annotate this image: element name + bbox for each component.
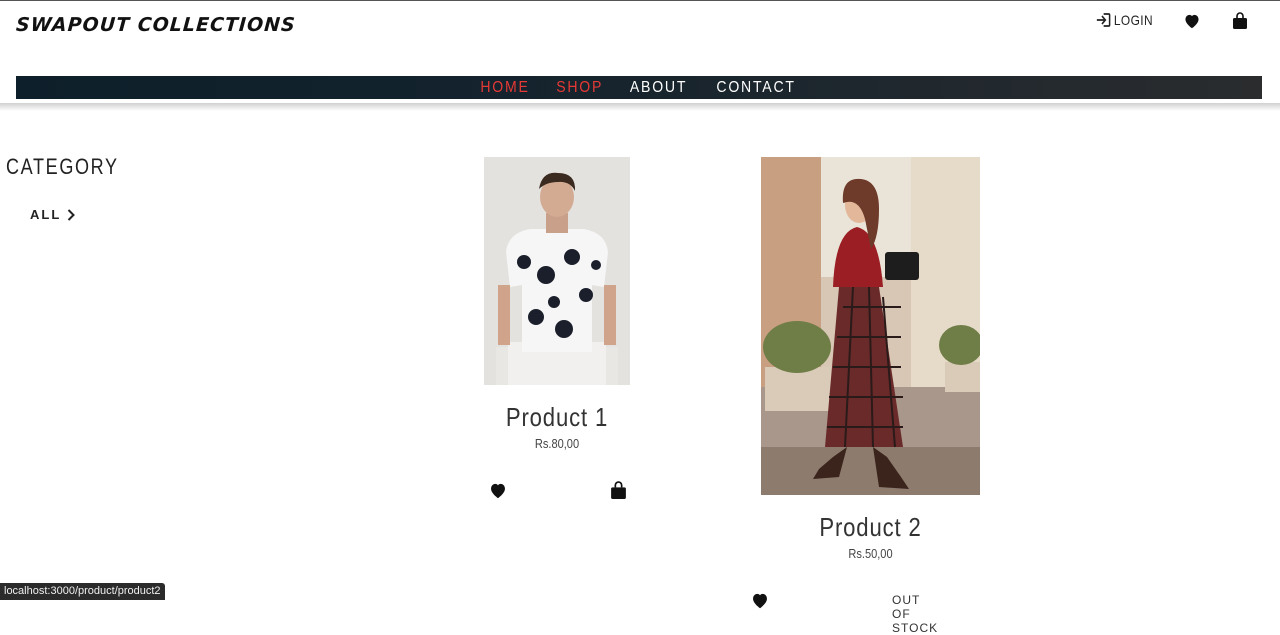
add-to-cart-button[interactable] (610, 481, 627, 505)
top-border (0, 0, 1280, 1)
brand-logo[interactable]: SWAPOUT COLLECTIONS (15, 14, 296, 36)
product-name[interactable]: Product 2 (777, 512, 963, 543)
product-price: Rs.50,00 (848, 546, 893, 561)
nav-about[interactable]: ABOUT (630, 76, 687, 99)
login-icon (1096, 13, 1111, 27)
heart-icon (1185, 14, 1199, 29)
nav-shop[interactable]: SHOP (556, 76, 603, 99)
add-to-wishlist-button[interactable] (750, 592, 770, 614)
product-image[interactable] (484, 157, 630, 385)
heart-icon (491, 483, 505, 499)
category-item-all[interactable]: ALL (30, 207, 76, 222)
cart-button[interactable] (1232, 12, 1248, 35)
out-of-stock-label: OUT OF STOCK (892, 593, 939, 635)
shopping-bag-icon (1233, 12, 1247, 29)
add-to-wishlist-button[interactable] (488, 482, 508, 504)
chevron-right-icon (68, 208, 76, 221)
heart-icon (753, 593, 767, 609)
shopping-bag-icon (611, 481, 626, 499)
nav-contact[interactable]: CONTACT (717, 76, 796, 99)
browser-status-url: localhost:3000/product/product2 (0, 583, 165, 600)
header-divider (0, 103, 1280, 111)
nav-home[interactable]: HOME (480, 76, 529, 99)
category-label: ALL (30, 207, 62, 222)
product-name[interactable]: Product 1 (495, 402, 619, 433)
wishlist-button[interactable] (1183, 13, 1201, 34)
category-title: CATEGORY (6, 154, 119, 179)
product-price: Rs.80,00 (534, 436, 580, 451)
main-navbar: HOME SHOP ABOUT CONTACT (16, 76, 1262, 99)
login-link[interactable]: LOGIN (1096, 12, 1153, 28)
login-label: LOGIN (1113, 12, 1154, 28)
product-image[interactable] (761, 157, 980, 495)
